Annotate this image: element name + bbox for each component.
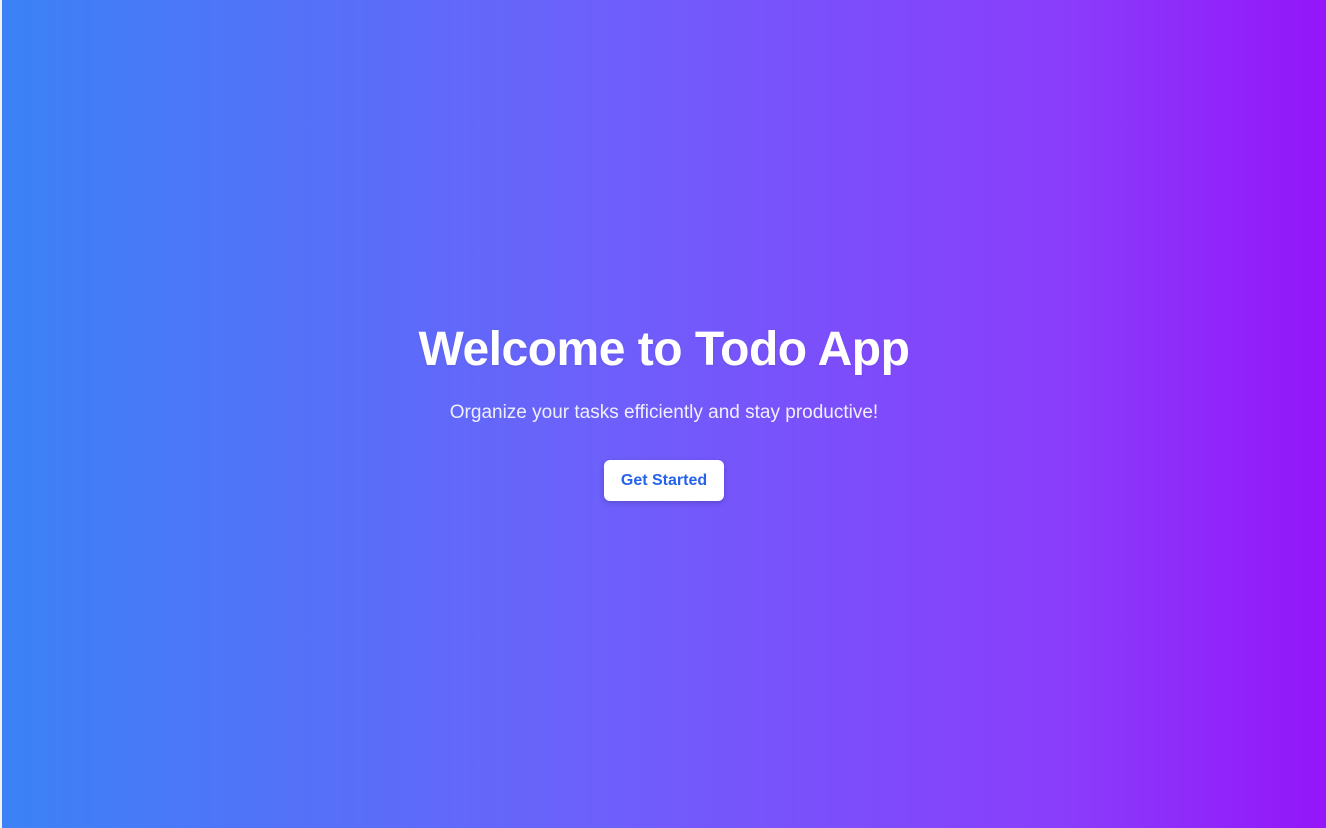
page-subtitle: Organize your tasks efficiently and stay… xyxy=(449,402,879,423)
welcome-hero: Welcome to Todo App Organize your tasks … xyxy=(0,0,1326,828)
page-title: Welcome to Todo App xyxy=(418,323,910,376)
get-started-button[interactable]: Get Started xyxy=(603,460,725,501)
hero-content: Welcome to Todo App Organize your tasks … xyxy=(2,320,1326,501)
